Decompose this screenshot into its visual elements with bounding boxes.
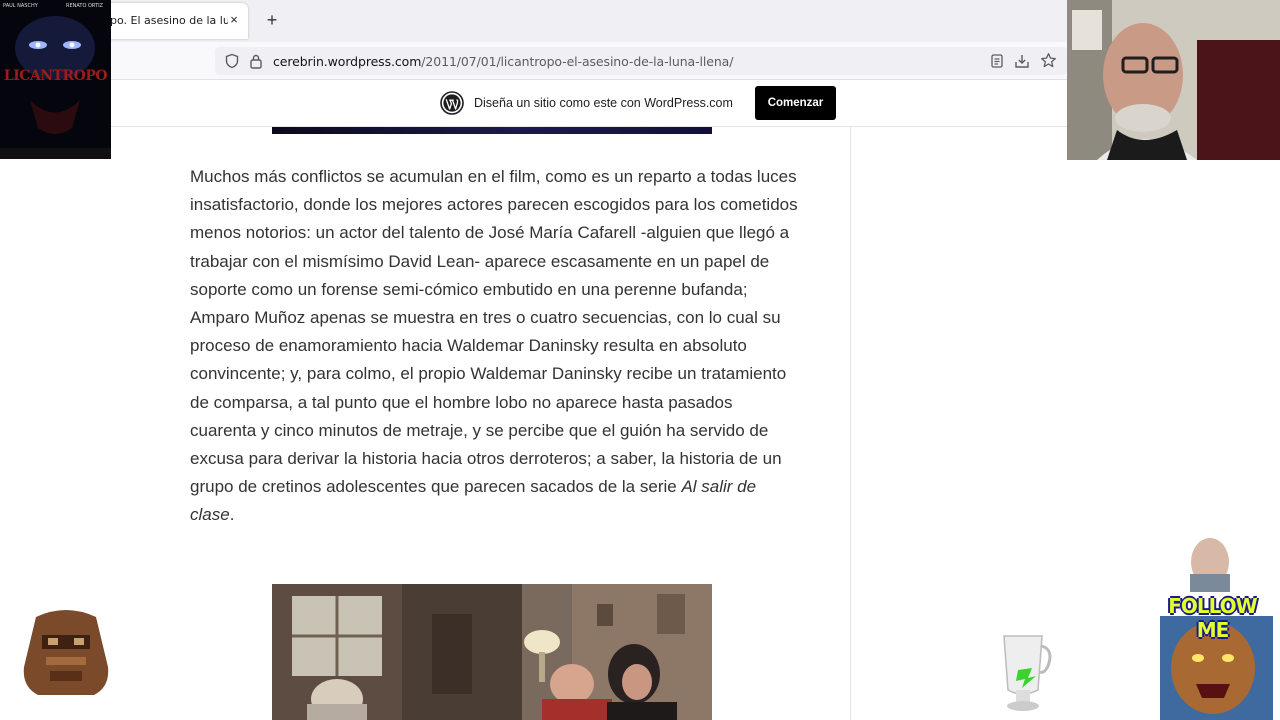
poster-actor-left: PAUL NASCHY <box>3 3 38 9</box>
address-bar[interactable]: cerebrin.wordpress.com/2011/07/01/licant… <box>215 47 1067 75</box>
follow-me-text: FOLLOW ME <box>1168 594 1258 642</box>
url-text[interactable]: cerebrin.wordpress.com/2011/07/01/licant… <box>273 54 733 69</box>
screen: po. El asesino de la luna × + cerebrin.w… <box>0 0 1280 720</box>
sidebar-divider <box>850 127 851 720</box>
doomguy-overlay <box>16 607 116 697</box>
lock-icon[interactable] <box>249 53 263 69</box>
follow-me-overlay: FOLLOW ME <box>1150 538 1275 720</box>
article-film-still-image <box>272 584 712 720</box>
wordpress-logo-icon[interactable] <box>440 91 464 115</box>
reader-view-icon[interactable] <box>989 53 1005 69</box>
poster-actor-right: RENATO ORTIZ <box>66 3 103 9</box>
wordpress-banner-text: Diseña un sitio como este con WordPress.… <box>474 96 733 110</box>
tracking-shield-icon[interactable] <box>224 53 240 69</box>
tab-close-icon[interactable]: × <box>226 12 242 27</box>
article-period: . <box>229 505 235 525</box>
movie-poster-overlay: PAUL NASCHY RENATO ORTIZ LICANTROPO <box>0 0 111 159</box>
poster-title: LICANTROPO <box>3 68 108 84</box>
comenzar-button[interactable]: Comenzar <box>755 86 836 120</box>
save-to-pocket-icon[interactable] <box>1014 53 1030 69</box>
tab-title: po. El asesino de la luna <box>110 14 228 27</box>
webcam-overlay <box>1067 0 1280 160</box>
article-paragraph: Muchos más conflictos se acumulan en el … <box>190 163 802 530</box>
article-image-top <box>272 127 712 134</box>
url-path: /2011/07/01/licantropo-el-asesino-de-la-… <box>421 54 734 69</box>
article-text: Muchos más conflictos se acumulan en el … <box>190 167 798 497</box>
new-tab-button[interactable]: + <box>262 9 282 31</box>
drink-cup-overlay <box>998 632 1056 712</box>
bookmark-star-icon[interactable] <box>1040 52 1057 69</box>
url-host: cerebrin.wordpress.com <box>273 54 422 69</box>
browser-tab-active[interactable]: po. El asesino de la luna × <box>100 3 248 39</box>
